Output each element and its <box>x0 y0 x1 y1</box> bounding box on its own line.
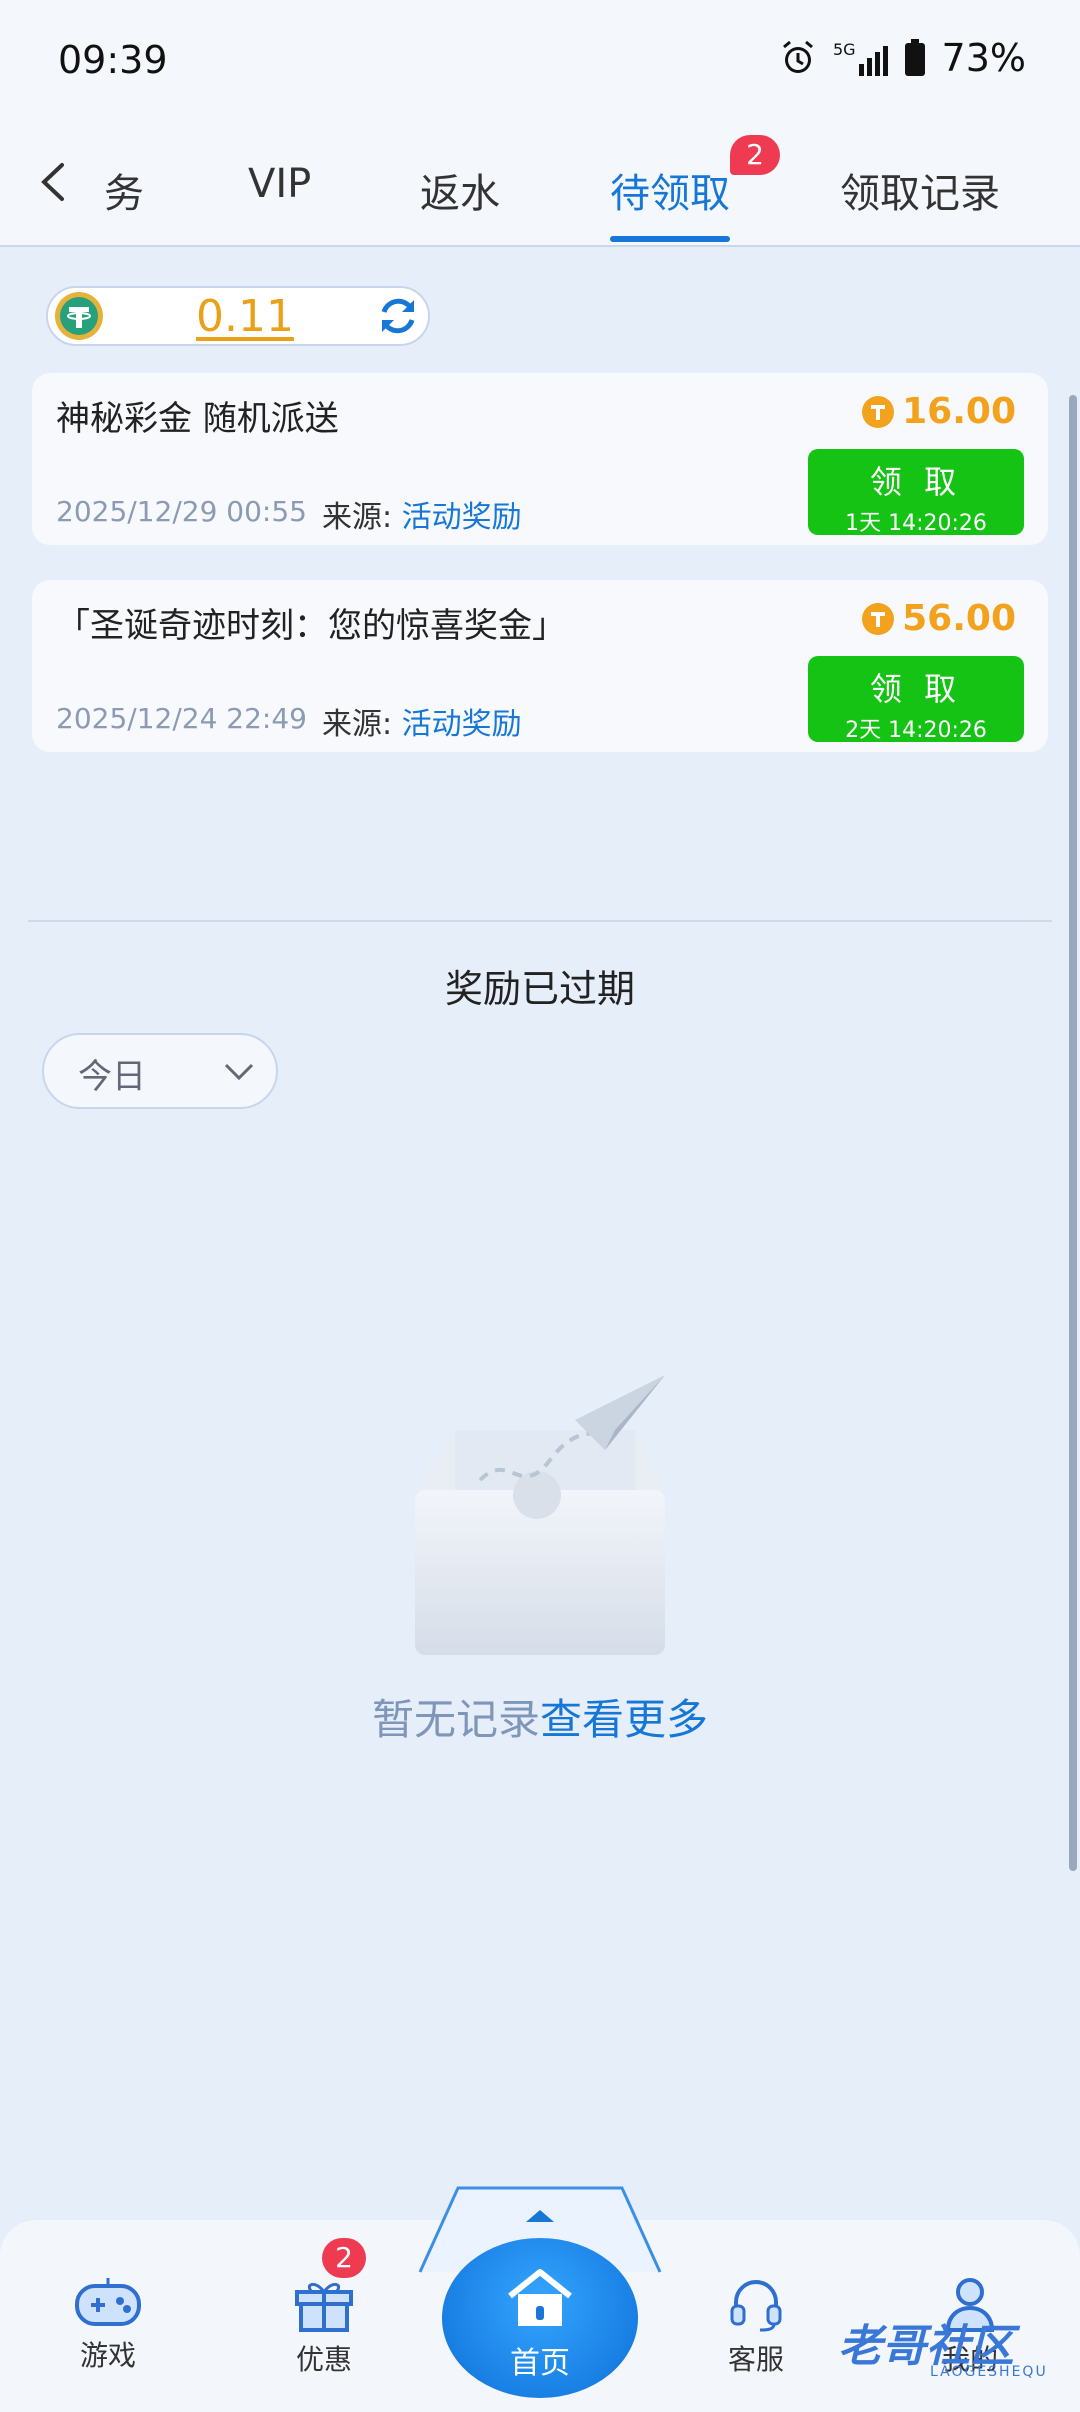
nav-promos-label: 优惠 <box>295 2343 352 2376</box>
gift-icon <box>295 2283 353 2332</box>
reward-card: 「圣诞奇迹时刻：您的惊喜奖金」 56.00 2025/12/24 22:49 来… <box>32 580 1048 752</box>
nav-support[interactable]: 客服 <box>696 2274 816 2378</box>
scrollbar[interactable] <box>1069 395 1077 1871</box>
reward-amount-value: 56.00 <box>902 598 1016 639</box>
usdt-icon <box>55 292 103 340</box>
claim-label: 领 取 <box>869 463 963 501</box>
reward-amount-value: 16.00 <box>902 391 1016 432</box>
usdt-coin-icon <box>862 395 895 428</box>
chevron-down-icon <box>224 1063 254 1081</box>
network-type: 5G <box>832 40 856 59</box>
date-filter-select[interactable]: 今日 <box>42 1033 278 1109</box>
tab-vip[interactable]: VIP <box>248 161 311 207</box>
claim-button[interactable]: 领 取 2天 14:20:26 <box>808 656 1024 743</box>
tab-pending[interactable]: 待领取 <box>610 161 730 219</box>
pending-count-badge: 2 <box>730 135 780 175</box>
section-divider <box>28 920 1052 922</box>
source-link[interactable]: 活动奖励 <box>402 500 522 535</box>
claim-button[interactable]: 领 取 1天 14:20:26 <box>808 449 1024 536</box>
reward-source: 来源: 活动奖励 <box>322 492 522 536</box>
view-more-link[interactable]: 查看更多 <box>540 1695 708 1744</box>
back-icon[interactable] <box>30 157 80 207</box>
source-link[interactable]: 活动奖励 <box>402 707 522 742</box>
reward-card: 神秘彩金 随机派送 16.00 2025/12/29 00:55 来源: 活动奖… <box>32 373 1048 545</box>
source-label: 来源: <box>322 500 393 535</box>
status-bar: 09:39 5G 73% <box>0 0 1080 125</box>
home-label: 首页 <box>510 2346 570 2381</box>
home-icon <box>508 2269 572 2326</box>
refresh-icon[interactable] <box>374 292 422 340</box>
empty-label: 暂无记录 <box>371 1695 540 1744</box>
reward-title: 神秘彩金 随机派送 <box>56 399 339 439</box>
reward-date: 2025/12/24 22:49 <box>56 702 307 735</box>
nav-games-label: 游戏 <box>79 2339 136 2372</box>
balance-value: 0.11 <box>196 291 294 342</box>
tab-rebate[interactable]: 返水 <box>420 161 500 219</box>
claim-timer: 2天 14:20:26 <box>845 718 987 743</box>
tab-bar: 务 VIP 返水 待领取 领取记录 <box>0 125 1080 247</box>
claim-label: 领 取 <box>869 670 963 708</box>
empty-state-text: 暂无记录查看更多 <box>0 1686 1080 1747</box>
reward-date: 2025/12/29 00:55 <box>56 495 307 528</box>
headset-icon <box>730 2280 782 2332</box>
alarm-icon <box>782 40 813 73</box>
signal-icon: 5G <box>833 40 888 76</box>
gamepad-icon <box>75 2278 141 2326</box>
claim-timer: 1天 14:20:26 <box>845 511 987 536</box>
reward-source: 来源: 活动奖励 <box>322 699 522 743</box>
watermark-sub: LAOGESHEQU <box>930 2364 1048 2380</box>
balance-pill: 0.11 <box>46 286 430 346</box>
promos-badge: 2 <box>322 2238 366 2278</box>
nav-games[interactable]: 游戏 <box>48 2274 168 2374</box>
reward-amount: 16.00 <box>862 391 1016 432</box>
nav-promos[interactable]: 优惠 <box>264 2274 384 2378</box>
battery-percent: 73% <box>941 36 1026 80</box>
tab-claim-history[interactable]: 领取记录 <box>840 161 1000 219</box>
expired-section-title: 奖励已过期 <box>444 967 635 1011</box>
date-filter-value: 今日 <box>78 1057 146 1097</box>
nav-support-label: 客服 <box>727 2343 784 2376</box>
active-tab-indicator <box>610 236 730 242</box>
status-icons: 5G 73% <box>779 36 1026 80</box>
status-time: 09:39 <box>58 38 168 82</box>
source-label: 来源: <box>322 707 393 742</box>
reward-amount: 56.00 <box>862 598 1016 639</box>
reward-title: 「圣诞奇迹时刻：您的惊喜奖金」 <box>56 606 566 646</box>
tab-tasks[interactable]: 务 <box>104 161 144 219</box>
empty-box-icon <box>415 1375 665 1655</box>
home-button[interactable]: 首页 <box>442 2238 638 2398</box>
usdt-coin-icon <box>862 602 895 635</box>
battery-icon <box>904 39 925 76</box>
